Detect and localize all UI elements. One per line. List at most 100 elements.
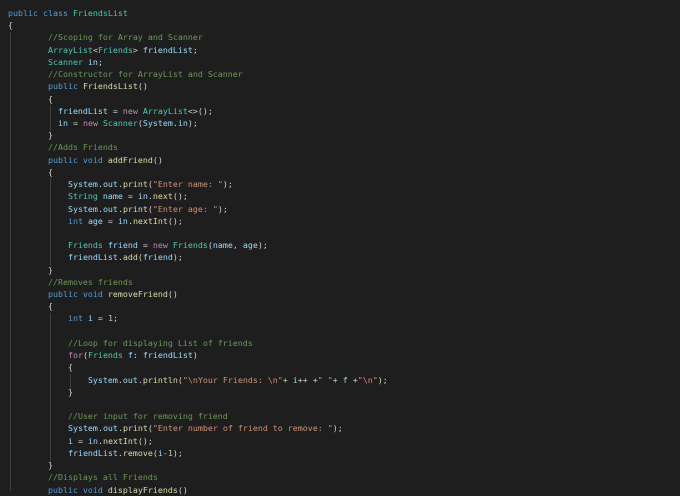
code-token: System [67, 179, 98, 190]
code-line[interactable]: //Scoping for Array and Scanner [8, 31, 388, 43]
code-token: in [87, 56, 98, 67]
code-token: print [122, 423, 148, 434]
code-token: ); [332, 423, 343, 434]
code-token: //Displays all Friends [47, 472, 158, 483]
code-token: System [87, 374, 118, 385]
code-token: //Constructor for ArrayList and Scanner [47, 69, 243, 80]
code-line[interactable]: friendList.remove(i-1); [8, 447, 388, 459]
code-token: = [67, 117, 83, 128]
code-line[interactable]: //Loop for displaying List of friends [8, 337, 388, 349]
code-line[interactable]: System.out.print("Enter name: "); [8, 178, 388, 190]
code-line[interactable]: } [8, 459, 388, 471]
code-line[interactable]: { [8, 300, 388, 312]
code-line[interactable]: friendList.add(friend); [8, 251, 388, 263]
code-line[interactable]: //Displays all Friends [8, 471, 388, 483]
code-line[interactable]: } [8, 264, 388, 276]
code-line[interactable]: public void removeFriend() [8, 288, 388, 300]
code-token: { [8, 166, 53, 177]
code-token: ); [222, 179, 233, 190]
code-token: ArrayList [47, 44, 93, 55]
code-token: age [242, 240, 258, 251]
code-token: + [282, 374, 293, 385]
code-token: out [102, 203, 118, 214]
code-line[interactable]: String name = in.next(); [8, 190, 388, 202]
code-token: { [8, 362, 73, 373]
code-token: } [8, 386, 73, 397]
code-token: (); [137, 435, 153, 446]
code-line[interactable]: { [8, 361, 388, 373]
code-token: (); [167, 215, 183, 226]
code-token: ); [257, 240, 268, 251]
code-token: (); [172, 191, 188, 202]
code-token: print [122, 179, 148, 190]
code-token: = [102, 215, 118, 226]
code-line[interactable]: public void addFriend() [8, 154, 388, 166]
code-token: Friends [87, 350, 128, 361]
code-token: friendList [142, 44, 193, 55]
code-token: in [57, 117, 68, 128]
code-line[interactable]: { [8, 166, 388, 178]
code-line[interactable]: for(Friends f: friendList) [8, 349, 388, 361]
code-line[interactable]: public FriendsList() [8, 80, 388, 92]
code-token: { [8, 93, 53, 104]
code-line[interactable]: } [8, 129, 388, 141]
code-token: System [67, 203, 98, 214]
code-token: FriendsList [72, 8, 128, 18]
code-line[interactable]: System.out.print("Enter age: "); [8, 203, 388, 215]
code-line[interactable]: System.out.println("\nYour Friends: \n"+… [8, 374, 388, 386]
code-token: Scanner [102, 117, 138, 128]
code-line[interactable]: //User input for removing friend [8, 410, 388, 422]
code-token: int [67, 313, 88, 324]
code-token: friend [107, 240, 138, 251]
code-line[interactable]: //Adds Friends [8, 141, 388, 153]
code-token: remove [122, 447, 153, 458]
code-token: () [177, 484, 188, 495]
code-token: //Loop for displaying List of friends [67, 337, 253, 348]
code-line[interactable]: Scanner in; [8, 56, 388, 68]
code-line[interactable]: { [8, 19, 388, 31]
code-line[interactable]: public class FriendsList [8, 7, 388, 19]
code-line[interactable]: public void displayFriends() [8, 484, 388, 496]
code-token: } [8, 264, 53, 275]
code-token: new [82, 117, 103, 128]
code-line[interactable]: in = new Scanner(System.in); [8, 117, 388, 129]
code-token: Friends [67, 240, 108, 251]
code-token: println [142, 374, 178, 385]
code-token: + [332, 374, 343, 385]
code-token: ) [192, 350, 198, 361]
code-token: displayFriends [107, 484, 178, 495]
code-token: name [102, 191, 123, 202]
code-line[interactable] [8, 227, 388, 239]
code-token: add [122, 252, 138, 263]
code-token: } [8, 460, 53, 471]
code-line[interactable]: i = in.nextInt(); [8, 435, 388, 447]
code-line[interactable]: int age = in.nextInt(); [8, 215, 388, 227]
code-line[interactable]: //Constructor for ArrayList and Scanner [8, 68, 388, 80]
code-line[interactable]: ArrayList<Friends> friendList; [8, 44, 388, 56]
code-token: System [142, 117, 173, 128]
code-token: out [122, 374, 138, 385]
code-token: ArrayList [142, 105, 188, 116]
code-token: : [132, 350, 143, 361]
code-line[interactable]: } [8, 386, 388, 398]
code-line[interactable]: { [8, 93, 388, 105]
code-token: //Scoping for Array and Scanner [47, 32, 203, 43]
code-editor[interactable]: public class FriendsList{ //Scoping for … [8, 7, 388, 496]
code-line[interactable]: Friends friend = new Friends(name, age); [8, 239, 388, 251]
code-line[interactable]: //Removes friends [8, 276, 388, 288]
code-token: , [232, 240, 243, 251]
code-line[interactable]: int i = 1; [8, 312, 388, 324]
code-line[interactable]: friendList = new ArrayList<>(); [8, 105, 388, 117]
code-line[interactable] [8, 325, 388, 337]
code-line[interactable] [8, 398, 388, 410]
code-token: //User input for removing friend [67, 411, 228, 422]
code-token: friendList [67, 252, 118, 263]
code-line[interactable]: System.out.print("Enter number of friend… [8, 422, 388, 434]
